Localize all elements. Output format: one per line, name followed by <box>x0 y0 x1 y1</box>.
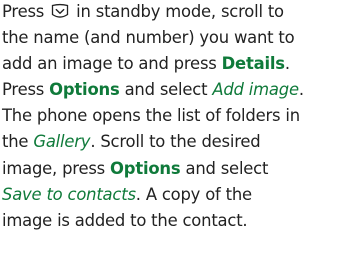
text-line-3: add an image to and press Details. <box>2 51 343 77</box>
text-period: . <box>284 54 290 74</box>
text-line-9: image is added to the contact. <box>2 210 248 230</box>
text-line-4: Press Options and select Add image. <box>2 77 343 103</box>
text-press: Press <box>2 80 45 100</box>
text-line-6: the Gallery. Scroll to the desired <box>2 129 343 155</box>
text-line-2: the name (and number) you want to <box>2 28 295 48</box>
text-line-5: The phone opens the list of folders in <box>2 106 300 126</box>
details-key-label: Details <box>221 54 285 74</box>
save-to-contacts-menu-label: Save to contacts <box>2 184 136 204</box>
text-image-press: image, press <box>2 158 106 178</box>
text-line-8: Save to contacts. A copy of the <box>2 182 343 208</box>
text-copy-of-the: . A copy of the <box>135 184 252 204</box>
options-key-label: Options <box>49 80 120 100</box>
options-key-label: Options <box>110 158 181 178</box>
text-and-select: and select <box>185 158 269 178</box>
text-press: Press <box>2 2 45 21</box>
text-period: . <box>298 80 304 100</box>
add-image-menu-label: Add image <box>212 80 299 100</box>
text-the: the <box>2 132 29 152</box>
text-line-7: image, press Options and select <box>2 156 343 182</box>
instruction-paragraph: Press in standby mode, scroll to the nam… <box>0 0 343 262</box>
gallery-label: Gallery <box>33 132 91 152</box>
text-add-image-to: add an image to and press <box>2 54 217 74</box>
text-and-select: and select <box>124 80 208 100</box>
text-standby-scroll: in standby mode, scroll to <box>76 2 284 21</box>
text-line-1: Press in standby mode, scroll to <box>2 0 343 25</box>
text-scroll-desired: . Scroll to the desired <box>90 132 261 152</box>
scroll-down-key-icon <box>52 3 69 18</box>
